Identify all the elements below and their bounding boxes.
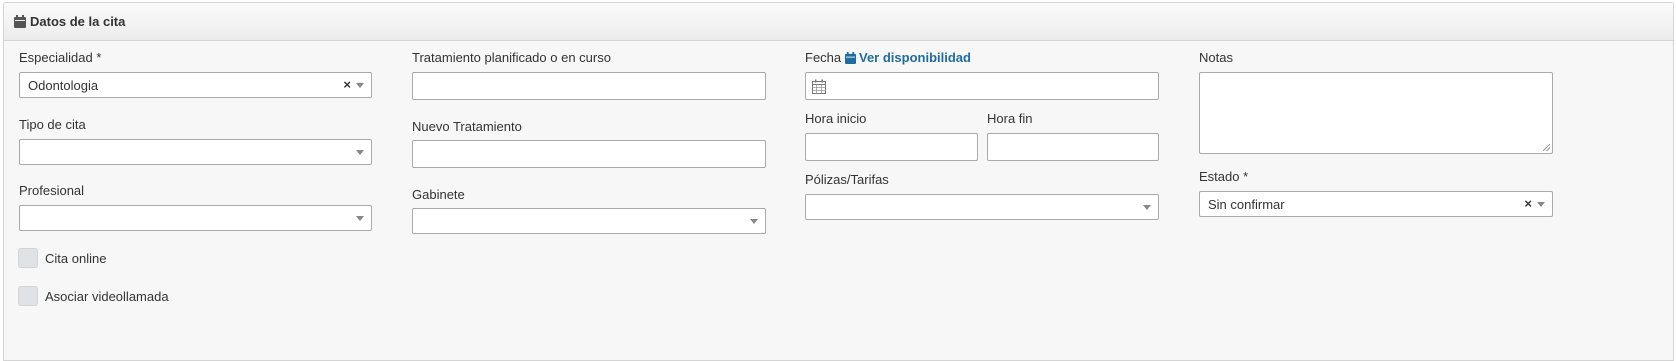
hora-fin-label: Hora fin: [987, 111, 1033, 126]
hora-inicio-input[interactable]: [805, 133, 978, 161]
ver-disponibilidad-label: Ver disponibilidad: [859, 50, 971, 65]
cita-online-checkbox[interactable]: [18, 248, 38, 268]
notas-label: Notas: [1199, 50, 1233, 65]
calendar-icon[interactable]: [812, 79, 826, 94]
fecha-label: Fecha: [805, 50, 842, 65]
videollamada-checkbox[interactable]: [18, 286, 38, 306]
ver-disponibilidad-link[interactable]: Ver disponibilidad: [845, 50, 971, 65]
gabinete-label: Gabinete: [412, 187, 465, 202]
especialidad-label: Especialidad *: [19, 50, 102, 65]
appointment-panel: Datos de la cita Especialidad * Odontolo…: [3, 2, 1674, 361]
hora-fin-input[interactable]: [987, 133, 1159, 161]
panel-header: Datos de la cita: [4, 3, 1673, 41]
videollamada-label: Asociar videollamada: [45, 289, 169, 304]
polizas-select[interactable]: [805, 194, 1159, 220]
estado-select[interactable]: Sin confirmar ×: [1199, 191, 1553, 217]
hora-inicio-label: Hora inicio: [805, 111, 867, 126]
especialidad-select[interactable]: Odontologia ×: [19, 72, 372, 98]
tipo-cita-select[interactable]: [19, 139, 372, 165]
estado-label: Estado *: [1199, 169, 1249, 184]
chevron-down-icon: [750, 219, 758, 224]
polizas-label: Pólizas/Tarifas: [805, 172, 889, 187]
nuevo-tratamiento-label: Nuevo Tratamiento: [412, 119, 522, 134]
chevron-down-icon: [1537, 202, 1545, 207]
calendar-icon: [845, 51, 856, 64]
cita-online-label: Cita online: [45, 251, 107, 266]
gabinete-select[interactable]: [412, 208, 766, 234]
estado-clear-icon[interactable]: ×: [1524, 196, 1532, 211]
tratamiento-planificado-input[interactable]: [412, 72, 766, 100]
profesional-select[interactable]: [19, 205, 372, 231]
calendar-icon: [14, 15, 26, 28]
resize-handle-icon[interactable]: [1543, 144, 1550, 151]
chevron-down-icon: [1143, 205, 1151, 210]
especialidad-clear-icon[interactable]: ×: [343, 77, 351, 92]
chevron-down-icon: [356, 150, 364, 155]
estado-value: Sin confirmar: [1208, 197, 1285, 212]
profesional-label: Profesional: [19, 183, 85, 198]
fecha-input[interactable]: [805, 72, 1159, 100]
chevron-down-icon: [356, 83, 364, 88]
chevron-down-icon: [356, 216, 364, 221]
panel-title: Datos de la cita: [30, 14, 126, 29]
nuevo-tratamiento-input[interactable]: [412, 140, 766, 168]
especialidad-value: Odontologia: [28, 78, 99, 93]
tratamiento-planificado-label: Tratamiento planificado o en curso: [412, 50, 611, 65]
notas-textarea[interactable]: [1199, 72, 1553, 154]
tipo-cita-label: Tipo de cita: [19, 117, 86, 132]
